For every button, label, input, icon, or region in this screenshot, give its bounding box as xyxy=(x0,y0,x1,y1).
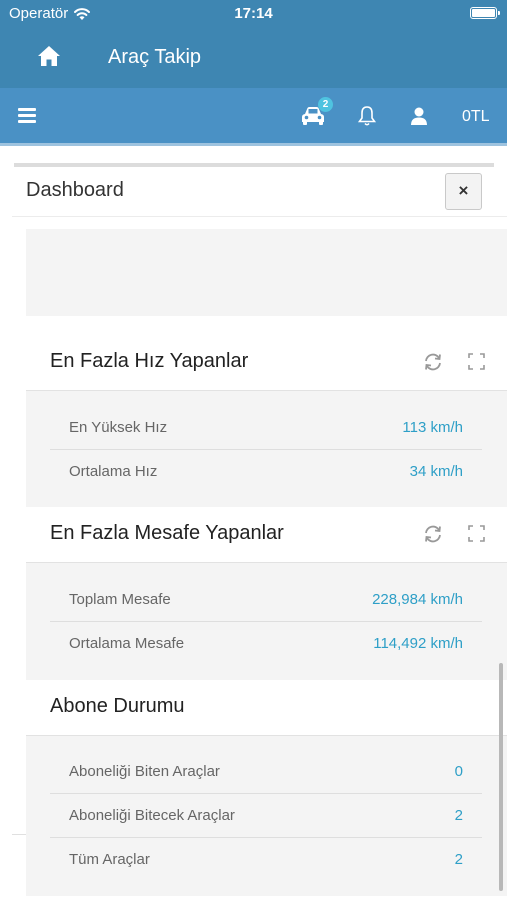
list-item: Aboneliği Biten Araçlar 0 xyxy=(50,750,482,794)
home-icon[interactable] xyxy=(37,45,61,67)
speed-panel-header: En Fazla Hız Yapanlar xyxy=(26,335,507,391)
user-icon[interactable] xyxy=(409,106,429,126)
expand-icon[interactable] xyxy=(468,525,485,542)
list-item: En Yüksek Hız 113 km/h xyxy=(50,406,482,450)
panel-title: En Fazla Mesafe Yapanlar xyxy=(50,522,284,544)
row-value: 0 xyxy=(454,763,463,780)
row-label: Aboneliği Bitecek Araçlar xyxy=(69,807,235,824)
refresh-icon[interactable] xyxy=(423,524,443,544)
list-item: Ortalama Hız 34 km/h xyxy=(50,450,482,494)
row-value: 2 xyxy=(454,807,463,824)
app-title: Araç Takip xyxy=(108,46,202,68)
list-item: Aboneliği Bitecek Araçlar 2 xyxy=(50,794,482,838)
row-label: Ortalama Hız xyxy=(69,463,158,480)
row-value: 114,492 km/h xyxy=(373,635,463,652)
balance-label[interactable]: 0TL xyxy=(462,108,490,126)
hamburger-menu-icon[interactable] xyxy=(18,108,36,124)
divider xyxy=(12,834,26,835)
row-value: 34 km/h xyxy=(409,463,463,480)
vehicle-count-badge: 2 xyxy=(318,97,333,112)
row-label: Toplam Mesafe xyxy=(69,591,171,608)
bell-icon[interactable] xyxy=(357,105,377,127)
page-title: Dashboard xyxy=(26,179,124,201)
subscription-panel-header: Abone Durumu xyxy=(26,680,507,736)
empty-widget xyxy=(26,229,507,316)
row-label: Tüm Araçlar xyxy=(69,851,150,868)
row-label: Ortalama Mesafe xyxy=(69,635,185,652)
row-value: 113 km/h xyxy=(402,419,463,436)
distance-panel-header: En Fazla Mesafe Yapanlar xyxy=(26,507,507,563)
list-item: Tüm Araçlar 2 xyxy=(50,838,482,882)
list-item: Ortalama Mesafe 114,492 km/h xyxy=(50,622,482,666)
close-button[interactable]: × xyxy=(445,173,482,210)
row-label: Aboneliği Biten Araçlar xyxy=(69,763,220,780)
panel-title: En Fazla Hız Yapanlar xyxy=(50,350,249,372)
refresh-icon[interactable] xyxy=(423,352,443,372)
scrollbar[interactable] xyxy=(499,663,503,891)
list-item: Toplam Mesafe 228,984 km/h xyxy=(50,578,482,622)
expand-icon[interactable] xyxy=(468,353,485,370)
row-value: 228,984 km/h xyxy=(372,591,463,608)
battery-icon xyxy=(470,7,500,19)
app-header: Araç Takip xyxy=(0,26,507,88)
dashboard-header: Dashboard × xyxy=(12,167,507,217)
row-value: 2 xyxy=(454,851,463,868)
row-label: En Yüksek Hız xyxy=(69,419,168,436)
status-bar: Operatör 17:14 xyxy=(0,0,507,26)
panel-title: Abone Durumu xyxy=(50,695,185,717)
toolbar: 2 0TL xyxy=(0,88,507,146)
clock: 17:14 xyxy=(234,5,273,22)
